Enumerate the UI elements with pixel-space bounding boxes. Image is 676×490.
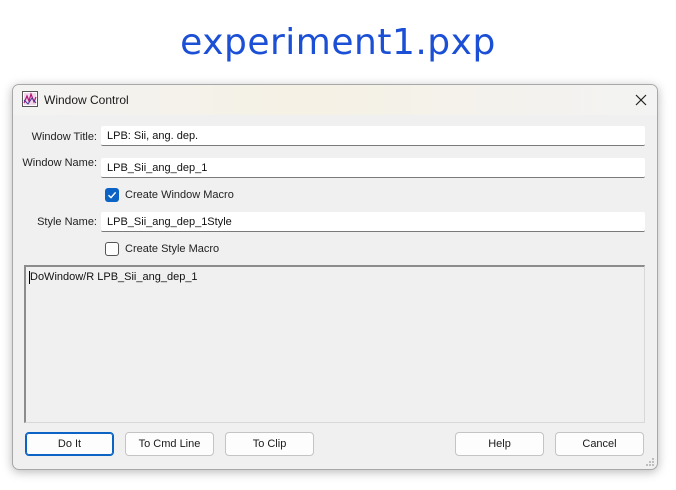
window-control-dialog: Window Control Window Title: Window Name… [12, 84, 658, 470]
close-icon[interactable] [627, 86, 655, 114]
macro-text: DoWindow/R LPB_Sii_ang_dep_1 [30, 271, 198, 283]
document-title: experiment1.pxp [180, 22, 496, 63]
style-name-field[interactable] [101, 212, 645, 232]
create-window-macro-label: Create Window Macro [125, 189, 234, 201]
to-clip-button[interactable]: To Clip [225, 432, 314, 456]
checkbox-box[interactable] [105, 188, 119, 202]
window-title-field[interactable] [101, 126, 645, 146]
create-window-macro-checkbox[interactable]: Create Window Macro [105, 188, 265, 204]
resize-grip-icon[interactable] [645, 457, 655, 467]
window-name-label: Window Name: [22, 157, 97, 169]
checkbox-box[interactable] [105, 242, 119, 256]
screen: experiment1.pxp Window Control Window Ti… [0, 0, 676, 490]
dialog-title: Window Control [44, 93, 129, 107]
help-button[interactable]: Help [455, 432, 544, 456]
style-name-label: Style Name: [37, 216, 97, 228]
igor-graph-icon [22, 91, 38, 107]
cancel-button[interactable]: Cancel [555, 432, 644, 456]
to-cmd-line-button[interactable]: To Cmd Line [125, 432, 214, 456]
macro-text-area[interactable]: DoWindow/R LPB_Sii_ang_dep_1 [24, 265, 645, 423]
do-it-button[interactable]: Do It [25, 432, 114, 456]
dialog-titlebar[interactable]: Window Control [13, 85, 657, 115]
window-name-field[interactable] [101, 158, 645, 178]
window-title-label: Window Title: [31, 131, 97, 143]
checkmark-icon [108, 191, 117, 199]
create-style-macro-label: Create Style Macro [125, 243, 220, 255]
create-style-macro-checkbox[interactable]: Create Style Macro [105, 242, 265, 258]
